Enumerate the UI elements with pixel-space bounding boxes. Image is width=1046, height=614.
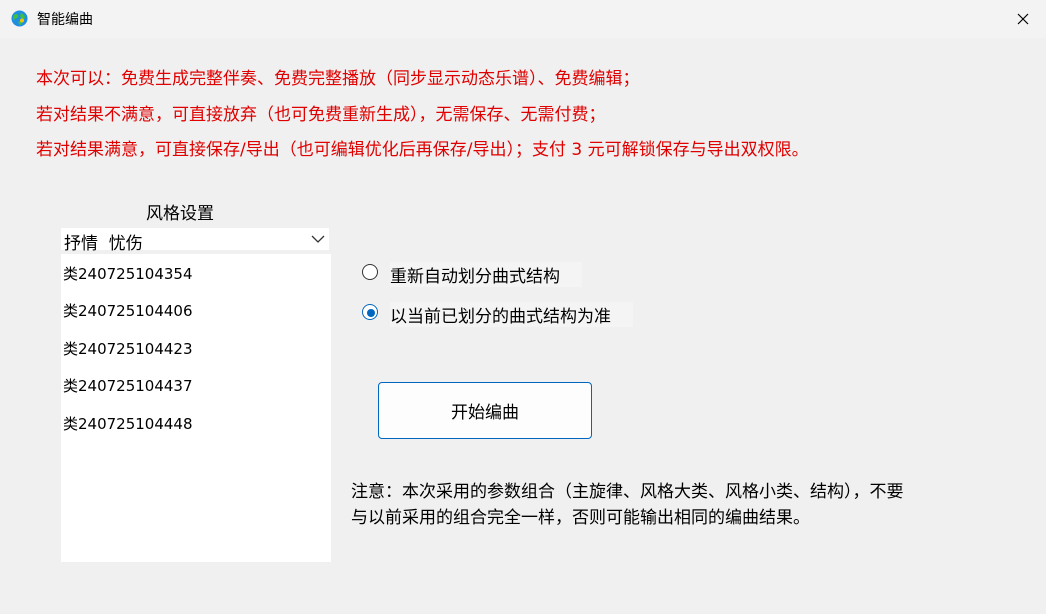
style-settings-label: 风格设置 — [146, 204, 214, 224]
style-dropdown-value: 抒情 忧伤 — [64, 234, 143, 254]
list-item[interactable]: 类240725104448 — [63, 413, 193, 434]
radio-dot — [367, 309, 375, 317]
note-line-1: 注意：本次采用的参数组合（主旋律、风格大类、风格小类、结构），不要 — [351, 482, 904, 502]
app-globe-icon — [11, 10, 28, 27]
note-line-2: 与以前采用的组合完全一样，否则可能输出相同的编曲结果。 — [351, 508, 810, 528]
list-item[interactable]: 类240725104423 — [63, 338, 193, 359]
notice-line-2: 若对结果不满意，可直接放弃（也可免费重新生成），无需保存、无需付费； — [36, 105, 606, 125]
radio-auto-structure-label: 重新自动划分曲式结构 — [390, 262, 582, 287]
style-dropdown[interactable]: 抒情 忧伤 — [61, 228, 329, 254]
start-arrange-button[interactable]: 开始编曲 — [378, 382, 592, 439]
list-item[interactable]: 类240725104354 — [63, 263, 193, 284]
style-list[interactable]: 类240725104354 类240725104406 类24072510442… — [61, 254, 331, 562]
notice-line-3: 若对结果满意，可直接保存/导出（也可编辑优化后再保存/导出）；支付 3 元可解锁… — [36, 140, 809, 160]
window-title: 智能编曲 — [37, 12, 93, 28]
radio-button-unchecked[interactable] — [362, 264, 378, 280]
radio-current-structure-label: 以当前已划分的曲式结构为准 — [390, 302, 633, 327]
chevron-down-icon — [311, 235, 325, 243]
list-item[interactable]: 类240725104437 — [63, 375, 193, 396]
close-icon — [1017, 13, 1029, 25]
close-button[interactable] — [1000, 0, 1046, 38]
title-bar: 智能编曲 — [0, 0, 1046, 38]
notice-line-1: 本次可以：免费生成完整伴奏、免费完整播放（同步显示动态乐谱）、免费编辑； — [36, 69, 640, 89]
list-item[interactable]: 类240725104406 — [63, 300, 193, 321]
radio-button-checked[interactable] — [362, 304, 378, 320]
